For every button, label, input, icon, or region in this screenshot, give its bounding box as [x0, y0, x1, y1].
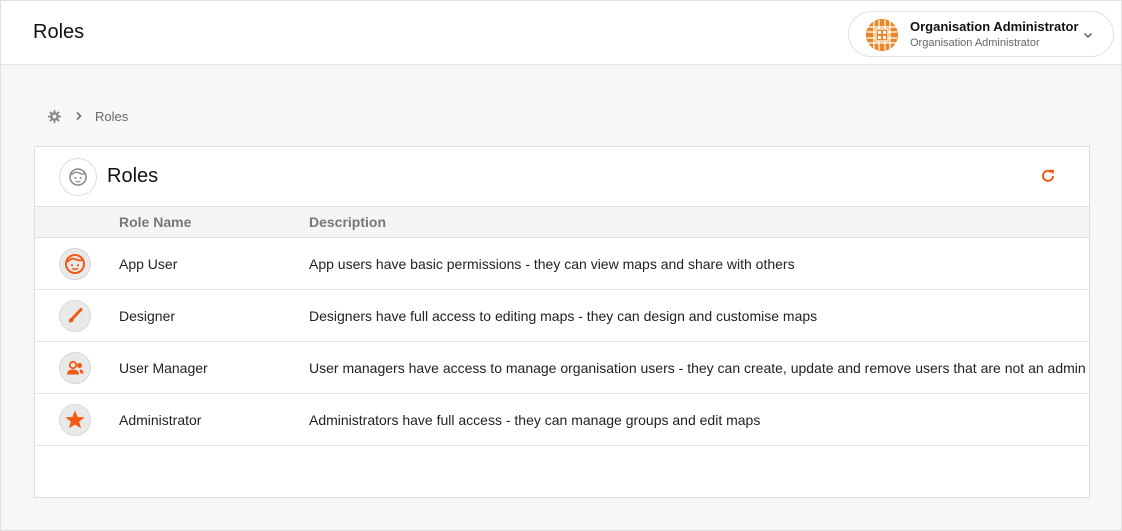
organisation-logo-icon	[866, 19, 898, 51]
role-name: User Manager	[119, 360, 208, 376]
role-description: Designers have full access to editing ma…	[309, 308, 818, 324]
chevron-down-icon	[1084, 33, 1092, 38]
breadcrumb: Roles	[47, 107, 128, 125]
role-name: App User	[119, 256, 178, 272]
star-icon	[59, 404, 91, 436]
app-frame: Roles Organisation Administrator Organis…	[0, 0, 1122, 531]
card-header: Roles	[35, 147, 1089, 206]
user-name: Organisation Administrator	[910, 19, 1079, 34]
refresh-button[interactable]	[1038, 166, 1058, 186]
role-name: Designer	[119, 308, 176, 324]
role-description: App users have basic permissions - they …	[309, 256, 795, 272]
refresh-icon	[1042, 169, 1054, 182]
user-role: Organisation Administrator	[910, 37, 1040, 49]
breadcrumb-current: Roles	[95, 108, 129, 124]
role-description: User managers have access to manage orga…	[309, 360, 1086, 376]
face-icon	[59, 248, 91, 280]
table-header: Role Name Description	[35, 206, 1089, 238]
card-title: Roles	[107, 165, 159, 187]
face-icon	[59, 158, 97, 196]
user-menu-button[interactable]: Organisation Administrator Organisation …	[848, 11, 1114, 57]
role-description: Administrators have full access - they c…	[309, 412, 761, 428]
column-header-description[interactable]: Description	[309, 214, 386, 230]
table-row-app-user[interactable]: App User App users have basic permission…	[35, 238, 1089, 290]
table-row-administrator[interactable]: Administrator Administrators have full a…	[35, 394, 1089, 446]
brush-icon	[59, 300, 91, 332]
chevron-right-icon	[76, 111, 82, 121]
column-header-role-name[interactable]: Role Name	[119, 214, 191, 230]
page-title: Roles	[33, 21, 85, 43]
top-bar: Roles Organisation Administrator Organis…	[1, 1, 1121, 65]
roles-card: Roles Role Name Description App User App…	[34, 146, 1090, 498]
role-name: Administrator	[119, 412, 202, 428]
table-row-designer[interactable]: Designer Designers have full access to e…	[35, 290, 1089, 342]
people-icon	[59, 352, 91, 384]
roles-table-body: App User App users have basic permission…	[35, 238, 1089, 446]
table-row-user-manager[interactable]: User Manager User managers have access t…	[35, 342, 1089, 394]
gear-icon[interactable]	[47, 109, 62, 124]
